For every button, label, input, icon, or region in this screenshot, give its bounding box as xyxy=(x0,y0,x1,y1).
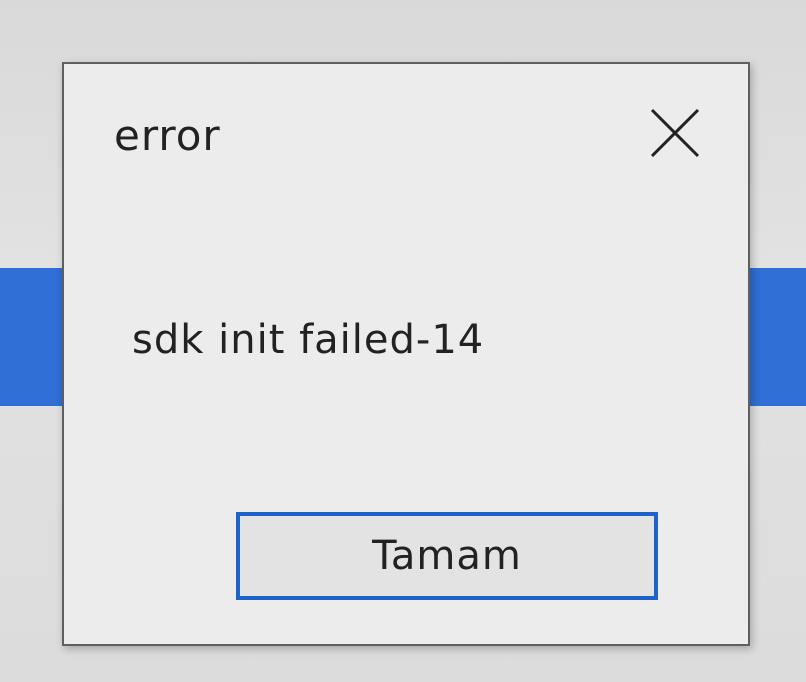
error-dialog: error sdk init failed-14 Tamam xyxy=(62,62,750,646)
error-message: sdk init failed-14 xyxy=(132,317,485,363)
dialog-title: error xyxy=(114,111,221,160)
close-button[interactable] xyxy=(646,104,704,162)
ok-button[interactable]: Tamam xyxy=(236,512,658,600)
close-icon xyxy=(650,108,700,158)
ok-button-label: Tamam xyxy=(372,533,522,579)
